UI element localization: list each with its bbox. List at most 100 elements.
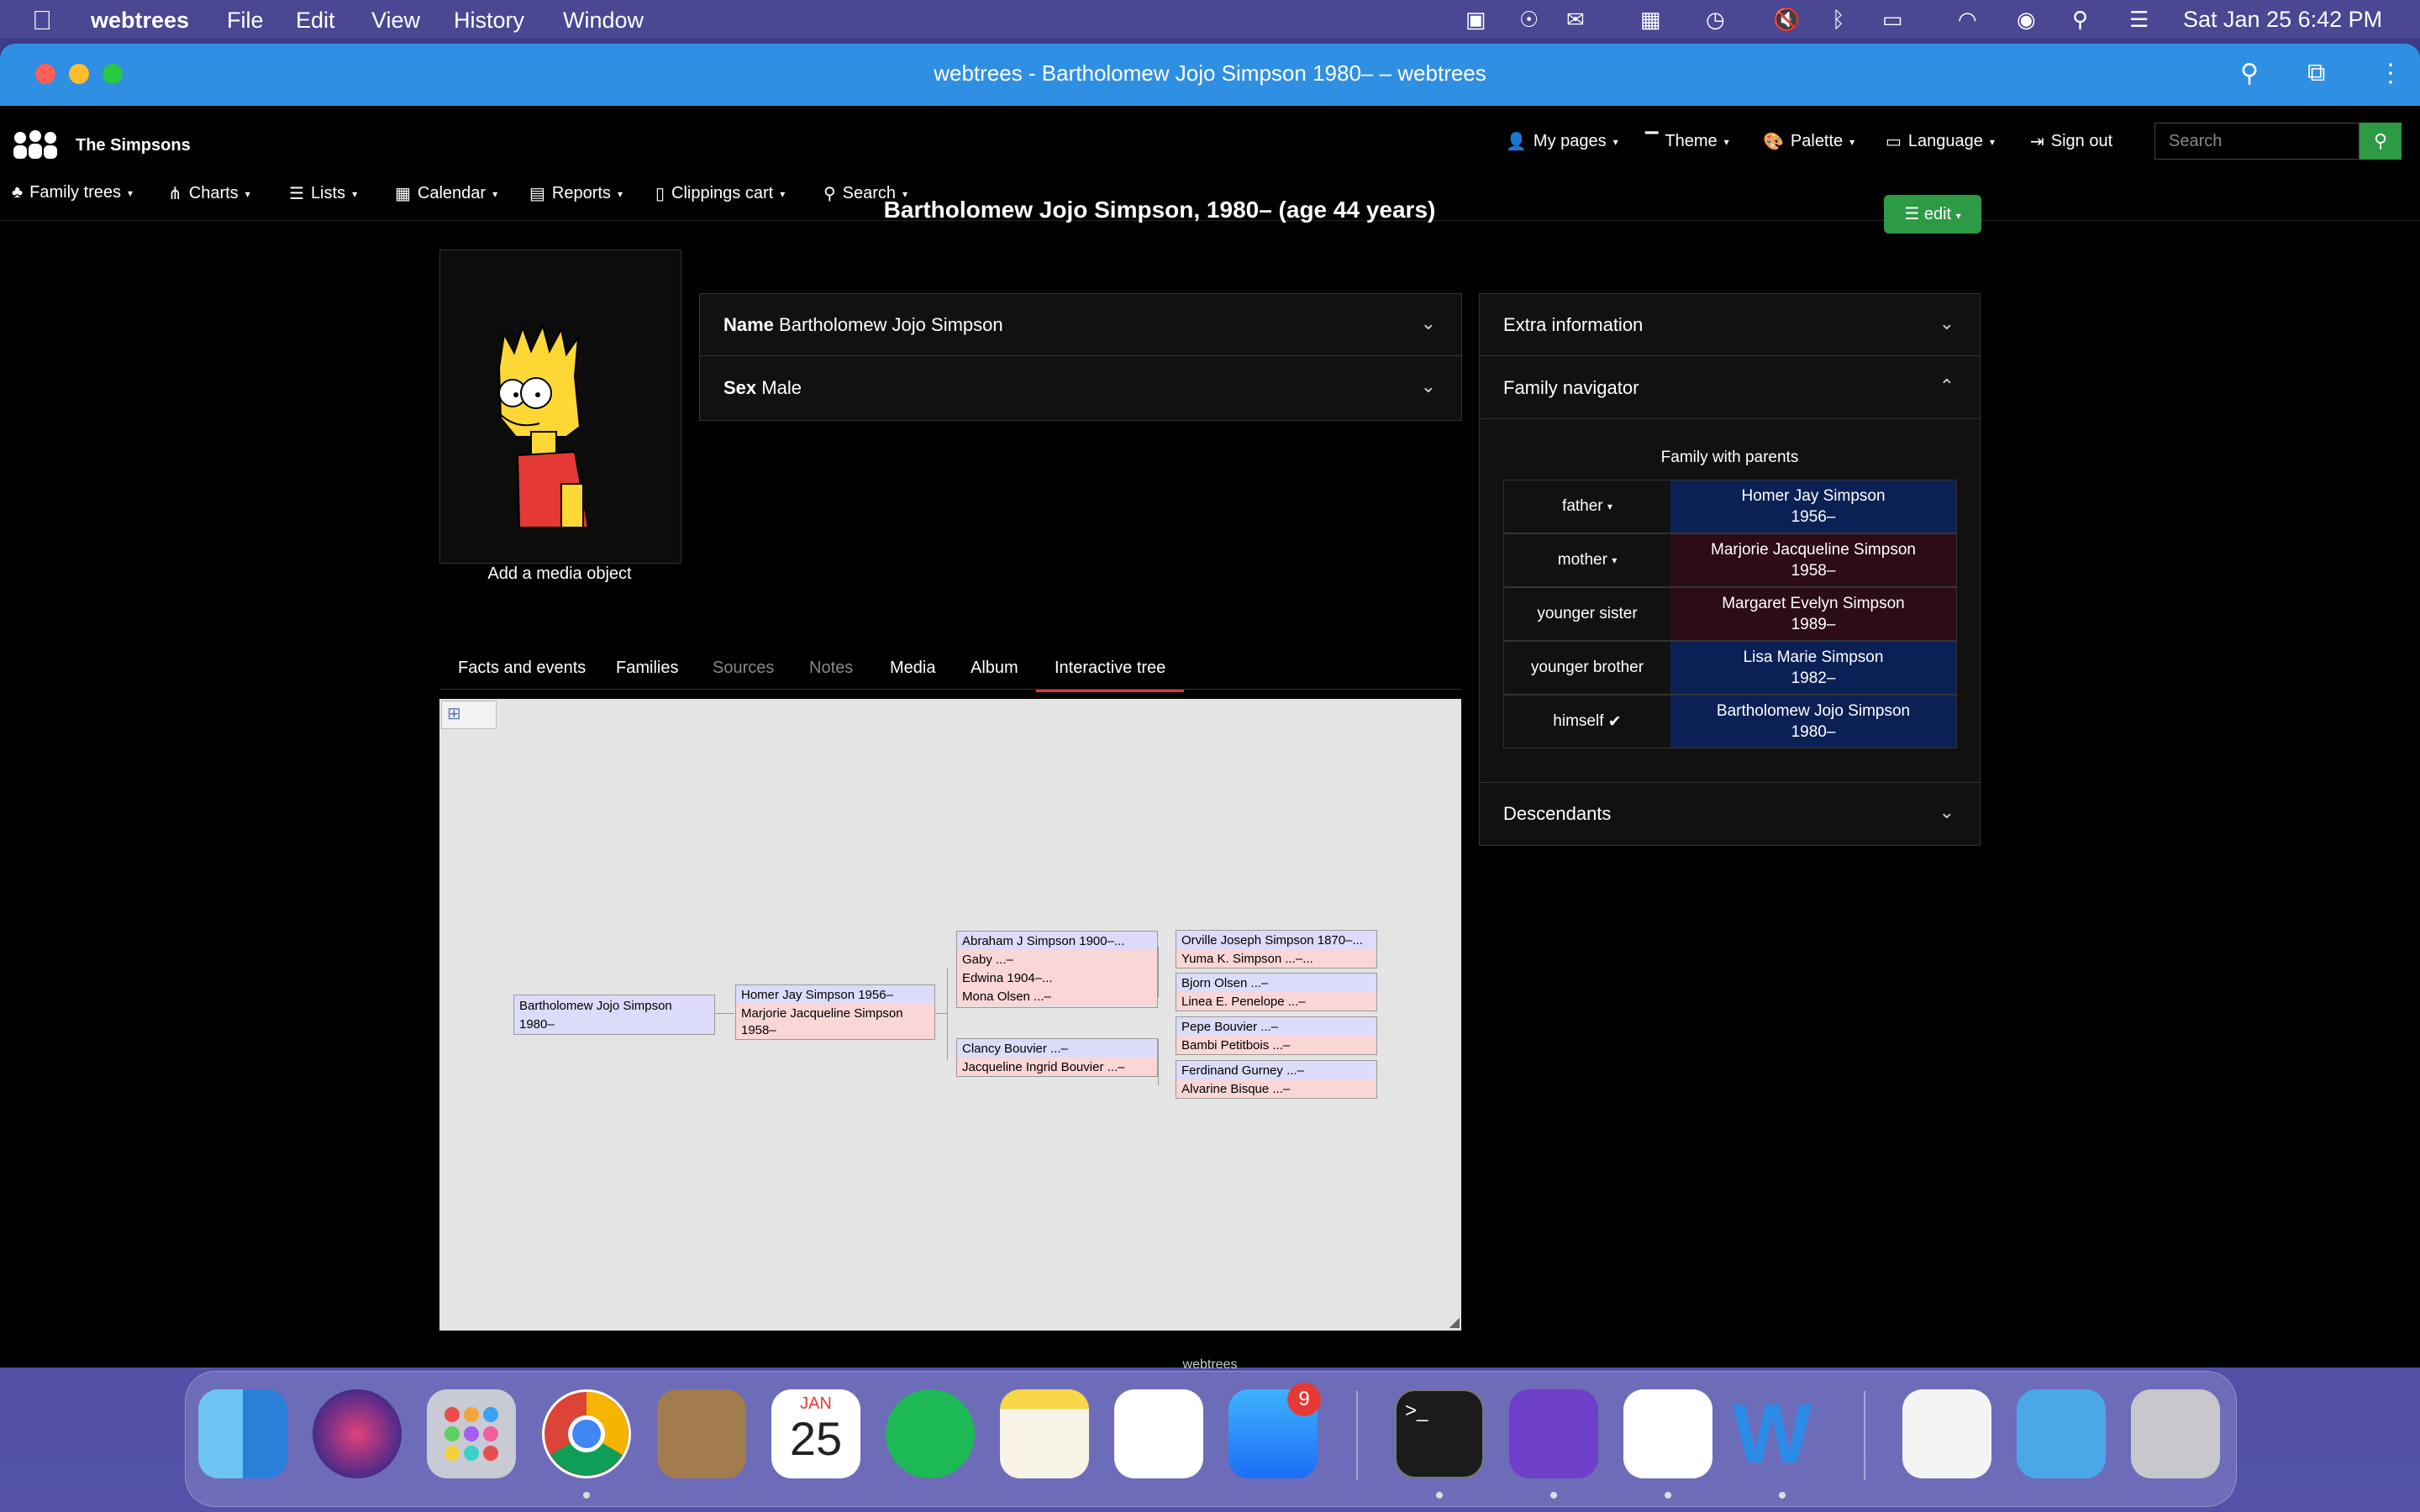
find-icon[interactable]: ⚲ [2240, 59, 2259, 88]
spotlight-icon[interactable]: ⚲ [2072, 7, 2088, 33]
contacts-icon[interactable] [657, 1389, 746, 1478]
tree-family-ggp-4[interactable]: Ferdinand Gurney ...– Alvarine Bisque ..… [1176, 1060, 1377, 1099]
status-app-icon[interactable]: ▣ [1465, 7, 1486, 33]
navigator-person[interactable]: Homer Jay Simpson 1956– [1670, 480, 1956, 533]
word-icon[interactable]: W [1728, 1389, 1817, 1478]
search-button[interactable]: ⚲ [2360, 123, 2402, 160]
my-pages-menu[interactable]: 👤 My pages ▾ [1506, 131, 1618, 152]
relation-mother[interactable]: mother ▾ [1504, 534, 1670, 586]
relation-father[interactable]: father ▾ [1504, 480, 1670, 533]
palette-menu[interactable]: 🎨 Palette ▾ [1763, 131, 1854, 152]
siri-icon[interactable] [313, 1389, 402, 1478]
webtrees-logo-icon[interactable] [12, 129, 59, 171]
tab-media[interactable]: Media [890, 659, 935, 678]
tree-family-ggp-3[interactable]: Pepe Bouvier ...– Bambi Petitbois ...– [1176, 1016, 1377, 1055]
tree-name: Bartholomew Jojo Simpson [519, 999, 672, 1013]
interactive-tree[interactable]: ⊞ Bartholomew Jojo Simpson 1980– Homer Ja… [439, 699, 1461, 1331]
header-search-input[interactable]: Search [2154, 123, 2360, 160]
sign-out-link[interactable]: ⇥ Sign out [2030, 131, 2112, 152]
mute-icon[interactable]: 🔇 [1773, 7, 1800, 33]
tab-facts-and-events[interactable]: Facts and events [458, 659, 586, 678]
tree-person-root[interactable]: Bartholomew Jojo Simpson 1980– [513, 995, 715, 1035]
family-navigator-row[interactable]: Family navigator ⌃ [1480, 357, 1980, 419]
tab-interactive-tree[interactable]: Interactive tree [1036, 659, 1185, 692]
menu-view[interactable]: View [371, 8, 420, 34]
family-heading[interactable]: Family with parents [1480, 449, 1980, 467]
tab-sources[interactable]: Sources [713, 659, 774, 678]
control-center-icon[interactable]: ☰ [2129, 7, 2149, 33]
spotify-icon[interactable] [886, 1389, 975, 1478]
tree-name: Clancy Bouvier ...– [957, 1039, 1157, 1058]
menu-window[interactable]: Window [563, 8, 644, 34]
navigator-person[interactable]: Bartholomew Jojo Simpson 1980– [1670, 696, 1956, 748]
site-name[interactable]: The Simpsons [76, 136, 191, 155]
github-desktop-icon[interactable] [1509, 1389, 1598, 1478]
tab-notes[interactable]: Notes [809, 659, 853, 678]
name-row[interactable]: Name Bartholomew Jojo Simpson ⌄ [700, 294, 1461, 356]
descendants-row[interactable]: Descendants ⌄ [1480, 782, 1980, 844]
navigator-person[interactable]: Lisa Marie Simpson 1982– [1670, 642, 1956, 694]
memory-icon[interactable]: ▦ [1640, 7, 1661, 33]
tree-name: Mona Olsen ...– [957, 987, 1157, 1005]
document-icon[interactable] [1902, 1389, 1991, 1478]
theme-menu[interactable]: ▔ Theme ▾ [1645, 131, 1729, 152]
tree-connector [935, 1013, 947, 1014]
individual-photo[interactable] [439, 249, 681, 564]
caret-down-icon: ▾ [1723, 135, 1729, 148]
resize-handle-icon[interactable]: ◢ [1449, 1314, 1460, 1331]
sex-row[interactable]: Sex Male ⌄ [700, 357, 1461, 419]
checkmark-icon: ✔ [1607, 712, 1622, 731]
trash-icon[interactable] [2131, 1389, 2220, 1478]
tree-family-gp-simpson[interactable]: Abraham J Simpson 1900–... Gaby ...– Edw… [956, 931, 1158, 1008]
edit-button[interactable]: ☰ edit ▾ [1884, 195, 1981, 234]
bart-image [497, 323, 590, 528]
battery-icon[interactable]: ▭ [1882, 7, 1903, 33]
tree-connector [1158, 1039, 1159, 1085]
launchpad-icon[interactable] [427, 1389, 516, 1478]
add-media-link[interactable]: Add a media object [439, 564, 680, 584]
bluetooth-icon[interactable]: ᛒ [1832, 7, 1845, 33]
theme-icon: ▔ [1645, 133, 1659, 151]
vscode-icon[interactable] [1623, 1389, 1712, 1478]
chevron-up-icon[interactable]: ⌃ [1939, 375, 1954, 397]
window-title: webtrees - Bartholomew Jojo Simpson 1980… [934, 60, 1486, 86]
menu-clock[interactable]: Sat Jan 25 6:42 PM [2183, 7, 2382, 33]
navigator-person[interactable]: Margaret Evelyn Simpson 1989– [1670, 588, 1956, 640]
chrome-icon[interactable] [542, 1389, 631, 1478]
apple-icon[interactable]:  [32, 5, 52, 36]
tree-family-ggp-1[interactable]: Orville Joseph Simpson 1870–... Yuma K. … [1176, 930, 1377, 969]
menu-icon: ☰ [1904, 205, 1920, 223]
tree-family-gp-bouvier[interactable]: Clancy Bouvier ...– Jacqueline Ingrid Bo… [956, 1038, 1158, 1077]
folder-icon[interactable] [2017, 1389, 2106, 1478]
navigator-person[interactable]: Marjorie Jacqueline Simpson 1958– [1670, 534, 1956, 586]
calendar-app-icon[interactable]: JAN 25 [771, 1389, 860, 1478]
more-icon[interactable]: ⋮ [2378, 59, 2403, 88]
menu-history[interactable]: History [454, 8, 524, 34]
language-menu[interactable]: ▭ Language ▾ [1886, 131, 1995, 152]
freeform-icon[interactable] [1114, 1389, 1203, 1478]
menu-app-name[interactable]: webtrees [91, 8, 189, 34]
tree-layout-icon[interactable]: ⊞ [447, 703, 461, 724]
user-icon[interactable]: ◉ [2017, 7, 2036, 33]
menu-file[interactable]: File [227, 8, 264, 34]
chevron-down-icon[interactable]: ⌄ [1421, 375, 1436, 397]
tab-album[interactable]: Album [971, 659, 1018, 678]
notes-icon[interactable] [1000, 1389, 1089, 1478]
name-label: Name [723, 314, 774, 335]
tree-family-ggp-2[interactable]: Bjorn Olsen ...– Linea E. Penelope ...– [1176, 973, 1377, 1011]
terminal-icon[interactable]: >_ [1395, 1389, 1484, 1478]
password-icon[interactable]: ☉ [1519, 7, 1539, 33]
chevron-down-icon[interactable]: ⌄ [1939, 312, 1954, 334]
chevron-down-icon[interactable]: ⌄ [1421, 312, 1436, 334]
tree-family-parents[interactable]: Homer Jay Simpson 1956– Marjorie Jacquel… [735, 984, 935, 1040]
mail-icon[interactable]: ✉ [1566, 7, 1585, 33]
tree-toolbar[interactable]: ⊞ [441, 701, 497, 729]
wifi-icon[interactable]: ◠ [1958, 7, 1977, 33]
tab-families[interactable]: Families [616, 659, 678, 678]
time-machine-icon[interactable]: ◷ [1706, 7, 1725, 33]
chevron-down-icon[interactable]: ⌄ [1939, 801, 1954, 823]
extensions-icon[interactable]: ⧉ [2307, 59, 2325, 87]
extra-information-row[interactable]: Extra information ⌄ [1480, 294, 1980, 356]
menu-edit[interactable]: Edit [296, 8, 335, 34]
finder-icon[interactable] [198, 1389, 287, 1478]
